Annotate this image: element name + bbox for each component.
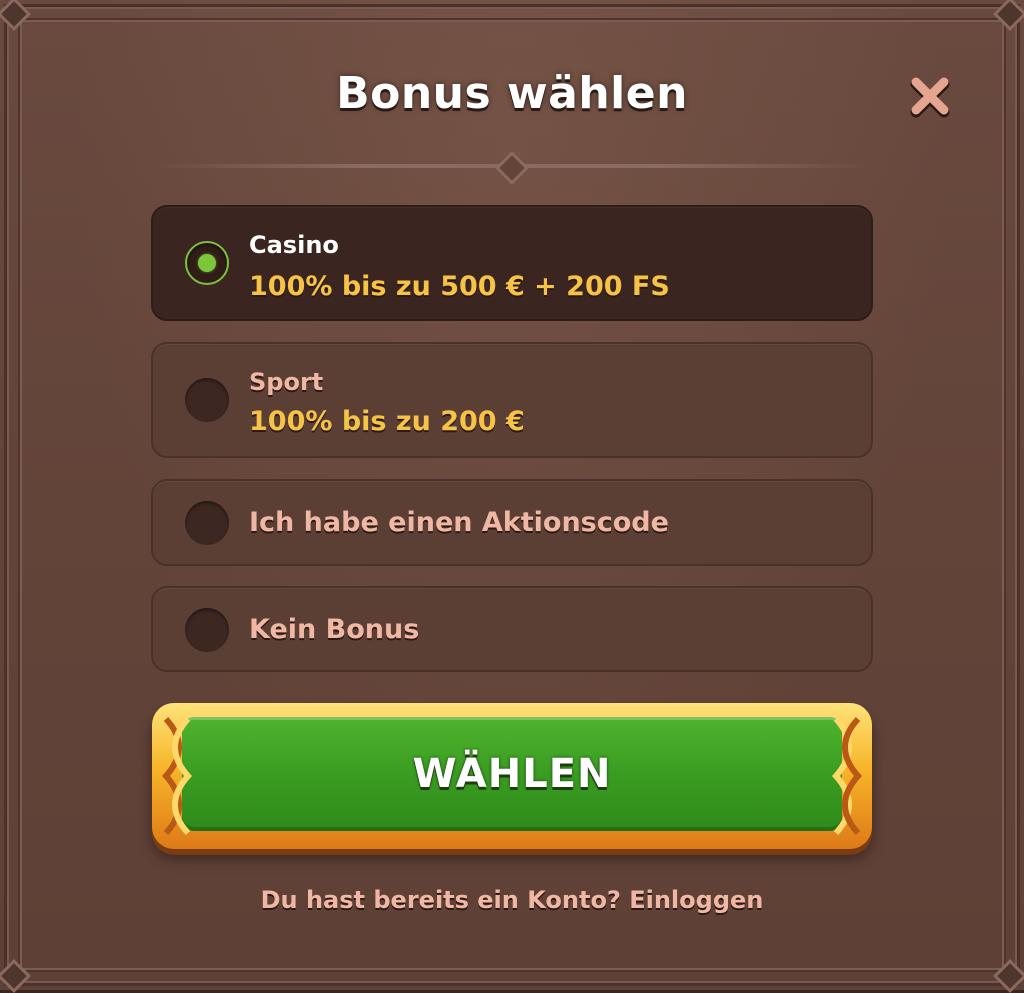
frame-corner-ornament <box>0 959 31 993</box>
bonus-option-casino[interactable]: Casino 100% bis zu 500 € + 200 FS <box>151 205 873 321</box>
option-description: 100% bis zu 200 € <box>249 406 525 437</box>
option-label: Kein Bonus <box>249 614 420 645</box>
radio-dot <box>198 254 216 272</box>
login-question: Du hast bereits ein Konto? <box>260 886 621 914</box>
radio-button-selected[interactable] <box>185 241 229 285</box>
frame-corner-ornament <box>993 0 1024 31</box>
bonus-option-sport[interactable]: Sport 100% bis zu 200 € <box>151 342 873 458</box>
option-label: Ich habe einen Aktionscode <box>249 507 669 538</box>
frame-corner-ornament <box>0 0 31 31</box>
bonus-option-no-bonus[interactable]: Kein Bonus <box>151 586 873 672</box>
choose-button[interactable]: WÄHLEN <box>152 703 872 849</box>
option-description: 100% bis zu 500 € + 200 FS <box>249 271 670 302</box>
divider-diamond-ornament <box>495 151 529 185</box>
option-label: Sport <box>249 368 324 396</box>
radio-button[interactable] <box>185 501 229 545</box>
option-label: Casino <box>249 231 339 259</box>
login-prompt: Du hast bereits ein Konto? Einloggen <box>0 886 1024 914</box>
login-link[interactable]: Einloggen <box>629 886 763 914</box>
radio-button[interactable] <box>185 608 229 652</box>
bonus-modal: Bonus wählen Casino 100% bis zu 500 € + … <box>0 0 1024 993</box>
bonus-option-promo-code[interactable]: Ich habe einen Aktionscode <box>151 479 873 566</box>
close-icon <box>910 77 950 118</box>
frame-corner-ornament <box>993 959 1024 993</box>
choose-button-label: WÄHLEN <box>412 751 612 797</box>
radio-button[interactable] <box>185 378 229 422</box>
close-button[interactable] <box>906 72 954 120</box>
modal-title: Bonus wählen <box>336 68 688 119</box>
